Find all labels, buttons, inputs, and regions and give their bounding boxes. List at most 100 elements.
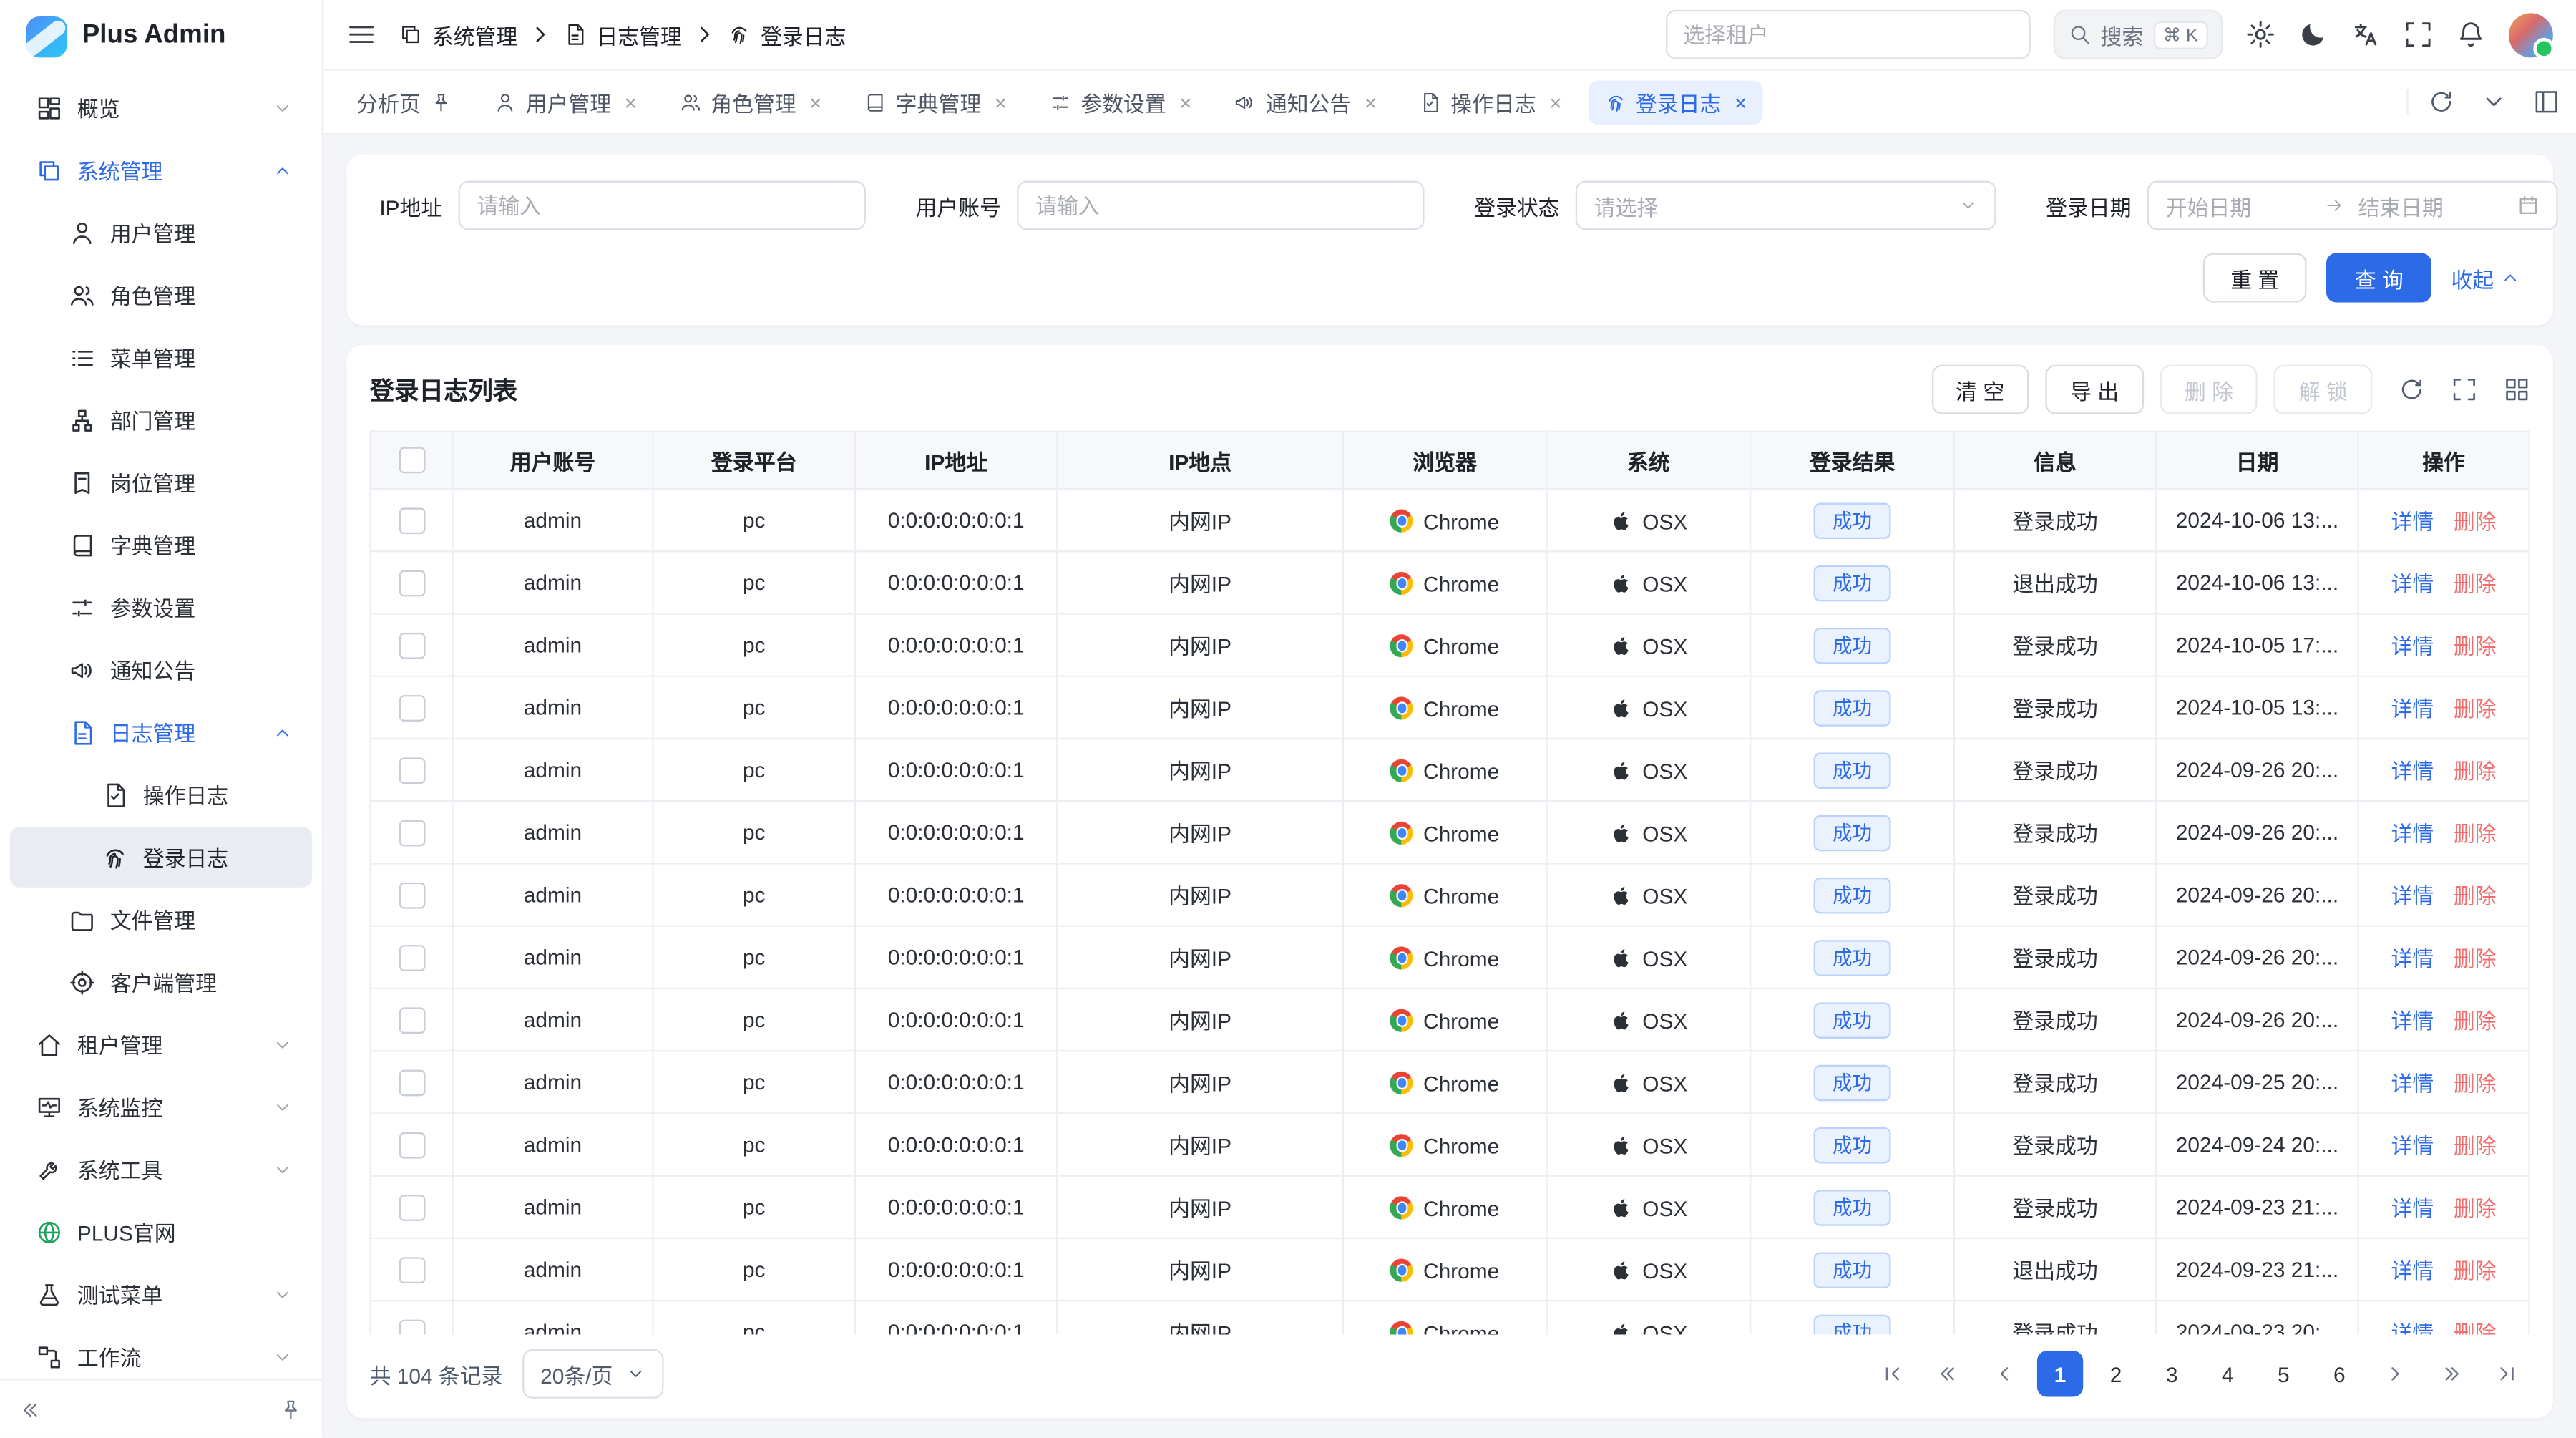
select-all-checkbox[interactable]: [399, 447, 425, 474]
delete-link[interactable]: 删除: [2454, 946, 2497, 971]
reset-button[interactable]: 重 置: [2202, 253, 2307, 303]
delete-link[interactable]: 删除: [2454, 1072, 2497, 1096]
delete-link[interactable]: 删除: [2454, 1134, 2497, 1158]
notifications-bell-icon[interactable]: [2456, 20, 2485, 49]
tab-login-log[interactable]: 登录日志×: [1588, 79, 1763, 124]
row-checkbox[interactable]: [399, 507, 425, 534]
dark-mode-moon-icon[interactable]: [2298, 20, 2328, 49]
sidebar-item-overview[interactable]: 概览: [10, 77, 312, 138]
refresh-table-icon[interactable]: [2399, 376, 2425, 403]
sidebar-item-client-mgmt[interactable]: 客户端管理: [10, 951, 312, 1012]
detail-link[interactable]: 详情: [2391, 696, 2434, 721]
pager-next-button[interactable]: [2372, 1351, 2418, 1396]
sidebar-item-tenant-mgmt[interactable]: 租户管理: [10, 1014, 312, 1075]
tab-dict-mgmt[interactable]: 字典管理×: [848, 79, 1023, 124]
pager-page-4[interactable]: 4: [2205, 1351, 2250, 1396]
sidebar-item-sys-monitor[interactable]: 系统监控: [10, 1077, 312, 1137]
tenant-select[interactable]: [1665, 10, 2030, 59]
ip-input[interactable]: [459, 181, 866, 230]
row-checkbox[interactable]: [399, 820, 425, 846]
row-checkbox[interactable]: [399, 570, 425, 596]
row-checkbox[interactable]: [399, 632, 425, 659]
tab-user-mgmt[interactable]: 用户管理×: [478, 79, 653, 124]
pager-page-3[interactable]: 3: [2149, 1351, 2195, 1396]
delete-button[interactable]: 删 除: [2160, 365, 2258, 414]
sidebar-item-plus-site[interactable]: PLUS官网: [10, 1201, 312, 1262]
sidebar-item-user-mgmt[interactable]: 用户管理: [10, 202, 312, 263]
translate-icon[interactable]: [2351, 20, 2380, 49]
detail-link[interactable]: 详情: [2391, 946, 2434, 971]
sidebar-item-file-mgmt[interactable]: 文件管理: [10, 889, 312, 950]
delete-link[interactable]: 删除: [2454, 759, 2497, 784]
delete-link[interactable]: 删除: [2454, 1009, 2497, 1034]
column-settings-icon[interactable]: [2504, 376, 2530, 403]
close-tab-icon[interactable]: ×: [1179, 91, 1191, 112]
table-fullscreen-icon[interactable]: [2451, 376, 2477, 403]
detail-link[interactable]: 详情: [2391, 1072, 2434, 1096]
unlock-button[interactable]: 解 锁: [2274, 365, 2372, 414]
app-logo[interactable]: Plus Admin: [0, 0, 322, 72]
row-checkbox[interactable]: [399, 1007, 425, 1034]
delete-link[interactable]: 删除: [2454, 634, 2497, 659]
tab-notice[interactable]: 通知公告×: [1218, 79, 1393, 124]
detail-link[interactable]: 详情: [2391, 1134, 2434, 1158]
delete-link[interactable]: 删除: [2454, 510, 2497, 534]
detail-link[interactable]: 详情: [2391, 1259, 2434, 1283]
close-tab-icon[interactable]: ×: [995, 91, 1007, 112]
sidebar-item-dept-mgmt[interactable]: 部门管理: [10, 389, 312, 450]
row-checkbox[interactable]: [399, 1132, 425, 1158]
detail-link[interactable]: 详情: [2391, 759, 2434, 784]
pager-page-2[interactable]: 2: [2093, 1351, 2139, 1396]
pager-prev-button[interactable]: [1981, 1351, 2027, 1396]
row-checkbox[interactable]: [399, 757, 425, 784]
export-button[interactable]: 导 出: [2046, 365, 2144, 414]
close-tab-icon[interactable]: ×: [1735, 91, 1747, 112]
account-input[interactable]: [1018, 181, 1425, 230]
collapse-filters-link[interactable]: 收起: [2451, 262, 2519, 293]
page-size-select[interactable]: 20条/页: [522, 1349, 664, 1399]
tab-param-settings[interactable]: 参数设置×: [1033, 79, 1209, 124]
row-checkbox[interactable]: [399, 1319, 425, 1334]
pin-sidebar-icon[interactable]: [279, 1398, 302, 1421]
breadcrumb-item-log-mgmt[interactable]: 日志管理: [564, 19, 682, 50]
pager-first-button[interactable]: [1870, 1351, 1916, 1396]
tab-role-mgmt[interactable]: 角色管理×: [663, 79, 839, 124]
tab-oper-log[interactable]: 操作日志×: [1403, 79, 1579, 124]
sidebar-item-notice[interactable]: 通知公告: [10, 639, 312, 700]
tab-layout-icon[interactable]: [2533, 89, 2560, 115]
pager-fast-prev-button[interactable]: [1926, 1351, 1971, 1396]
tab-analysis[interactable]: 分析页: [340, 79, 468, 124]
sidebar-item-menu-mgmt[interactable]: 菜单管理: [10, 327, 312, 388]
detail-link[interactable]: 详情: [2391, 572, 2434, 596]
hamburger-icon[interactable]: [346, 20, 376, 49]
sidebar-item-role-mgmt[interactable]: 角色管理: [10, 265, 312, 326]
global-search[interactable]: 搜索 ⌘ K: [2053, 10, 2223, 59]
user-avatar[interactable]: [2509, 12, 2553, 57]
detail-link[interactable]: 详情: [2391, 1009, 2434, 1034]
close-tab-icon[interactable]: ×: [625, 91, 637, 112]
detail-link[interactable]: 详情: [2391, 510, 2434, 534]
sidebar-item-post-mgmt[interactable]: 岗位管理: [10, 452, 312, 512]
collapse-sidebar-icon[interactable]: [20, 1398, 43, 1421]
delete-link[interactable]: 删除: [2454, 822, 2497, 846]
close-tab-icon[interactable]: ×: [1365, 91, 1377, 112]
row-checkbox[interactable]: [399, 695, 425, 722]
delete-link[interactable]: 删除: [2454, 1259, 2497, 1283]
sidebar-item-log-mgmt[interactable]: 日志管理: [10, 701, 312, 762]
sidebar-item-sys-tools[interactable]: 系统工具: [10, 1139, 312, 1200]
detail-link[interactable]: 详情: [2391, 634, 2434, 659]
close-tab-icon[interactable]: ×: [1549, 91, 1561, 112]
row-checkbox[interactable]: [399, 1195, 425, 1221]
detail-link[interactable]: 详情: [2391, 1196, 2434, 1220]
sidebar-item-workflow[interactable]: 工作流: [10, 1326, 312, 1379]
pager-last-button[interactable]: [2484, 1351, 2529, 1396]
sidebar-item-param-settings[interactable]: 参数设置: [10, 577, 312, 638]
close-tab-icon[interactable]: ×: [809, 91, 821, 112]
login-status-select[interactable]: 请选择: [1576, 181, 1997, 230]
pager-fast-next-button[interactable]: [2428, 1351, 2474, 1396]
delete-link[interactable]: 删除: [2454, 696, 2497, 721]
detail-link[interactable]: 详情: [2391, 884, 2434, 908]
pager-page-5[interactable]: 5: [2260, 1351, 2306, 1396]
sidebar-item-system-mgmt[interactable]: 系统管理: [10, 140, 312, 200]
row-checkbox[interactable]: [399, 1257, 425, 1283]
